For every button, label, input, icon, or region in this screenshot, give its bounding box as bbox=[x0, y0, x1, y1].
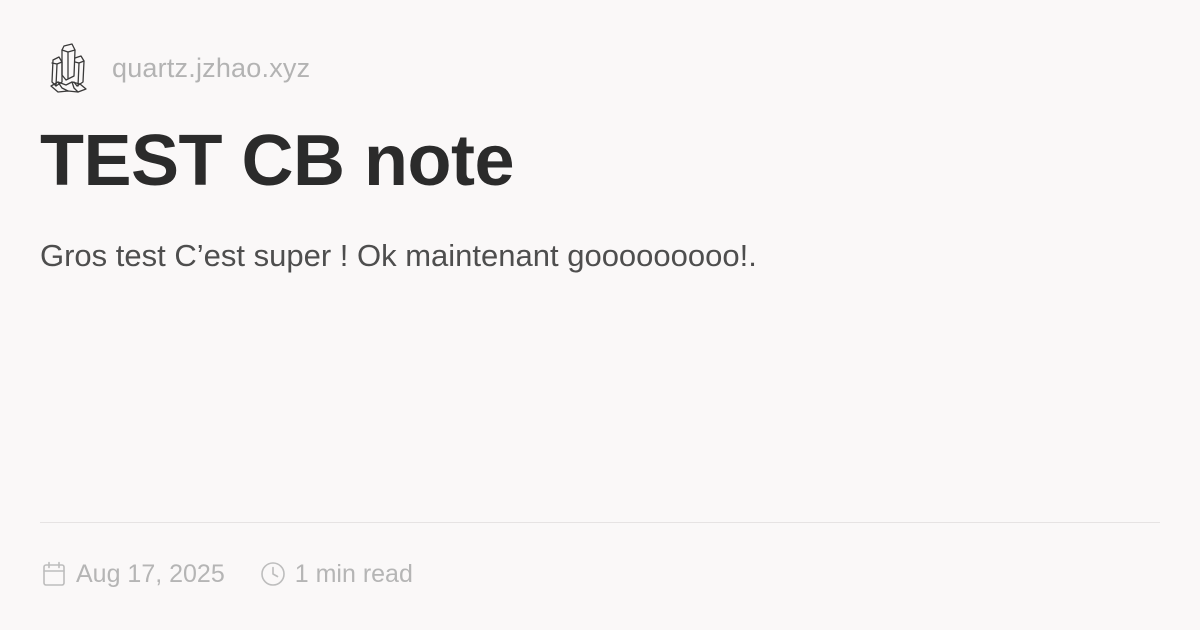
publish-date: Aug 17, 2025 bbox=[76, 559, 225, 588]
site-header: quartz.jzhao.xyz bbox=[46, 40, 310, 96]
crystal-icon bbox=[46, 40, 90, 96]
og-card: quartz.jzhao.xyz TEST CB note Gros test … bbox=[0, 0, 1200, 630]
date-item: Aug 17, 2025 bbox=[40, 560, 225, 588]
site-domain[interactable]: quartz.jzhao.xyz bbox=[112, 54, 310, 82]
page-title: TEST CB note bbox=[40, 121, 515, 201]
reading-time-item: 1 min read bbox=[259, 560, 413, 588]
clock-icon bbox=[259, 560, 287, 588]
calendar-icon bbox=[40, 560, 68, 588]
reading-time: 1 min read bbox=[294, 559, 413, 588]
page-meta: Aug 17, 2025 1 min read bbox=[40, 556, 413, 592]
page-description: Gros test C’est super ! Ok maintenant go… bbox=[40, 238, 757, 273]
divider bbox=[40, 522, 1160, 523]
